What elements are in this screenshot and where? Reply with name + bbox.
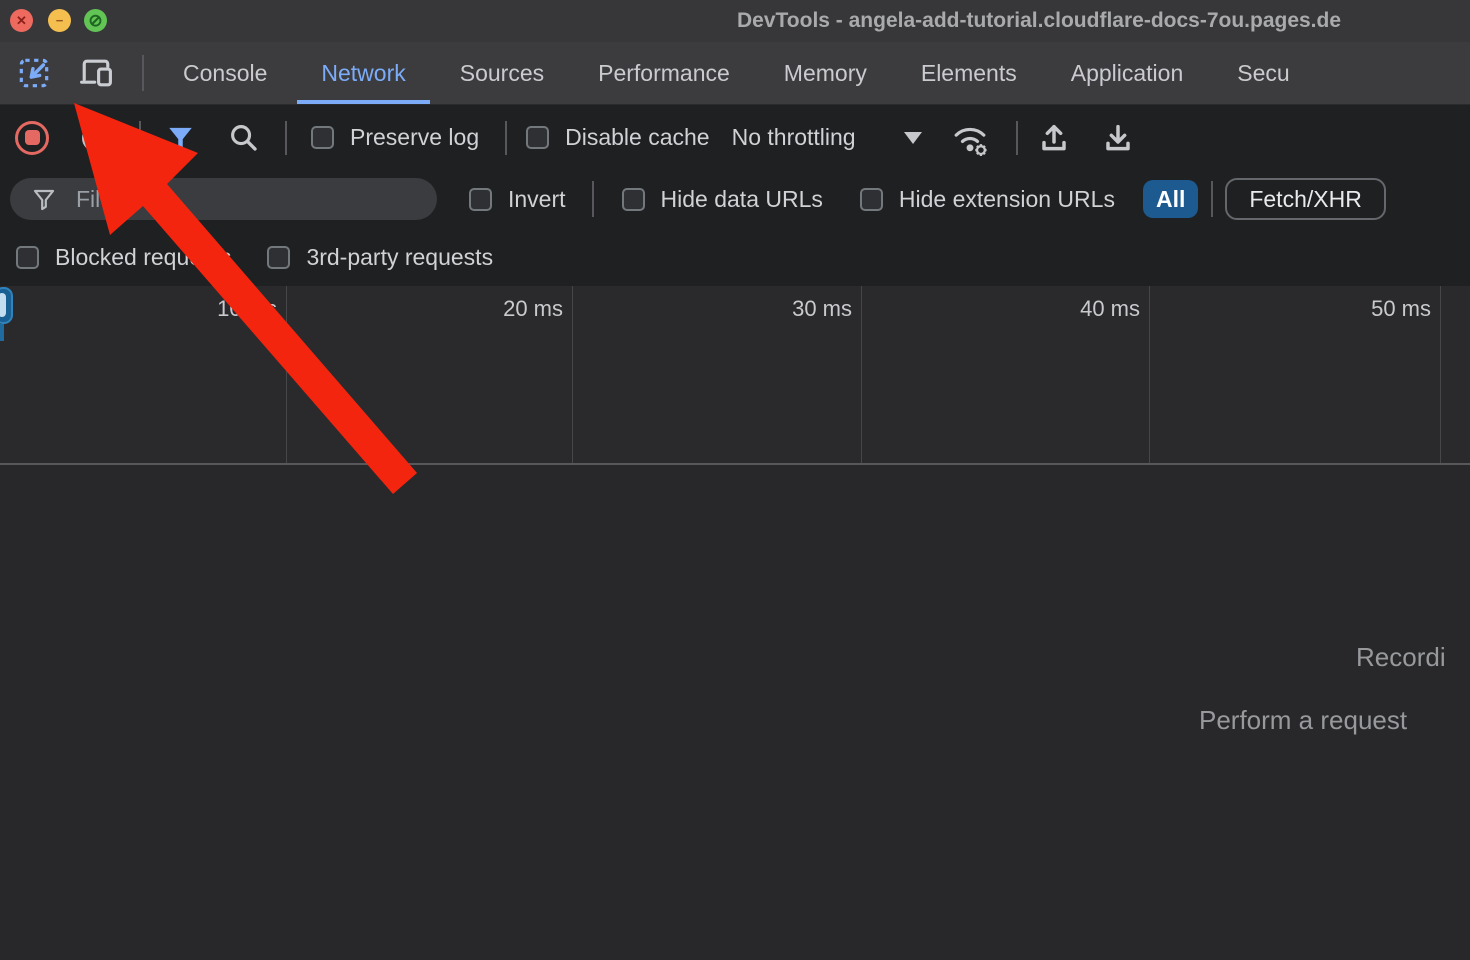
more-filters-bar: Blocked requests 3rd-party requests bbox=[0, 228, 1470, 286]
tab-elements[interactable]: Elements bbox=[894, 42, 1044, 104]
hide-data-urls-label: Hide data URLs bbox=[661, 186, 823, 213]
minimize-button[interactable]: − bbox=[48, 9, 71, 32]
search-button[interactable] bbox=[221, 116, 265, 160]
disable-cache-toggle[interactable]: Disable cache bbox=[526, 124, 709, 151]
tab-security[interactable]: Secu bbox=[1210, 42, 1316, 104]
timeline-column: 10 ms bbox=[0, 286, 287, 463]
invert-label: Invert bbox=[508, 186, 566, 213]
filter-toggle-button[interactable] bbox=[158, 116, 202, 160]
perform-request-hint-text: Perform a request bbox=[1199, 705, 1407, 736]
third-party-requests-label: 3rd-party requests bbox=[306, 244, 493, 271]
tab-application[interactable]: Application bbox=[1044, 42, 1211, 104]
upload-icon bbox=[1038, 122, 1070, 154]
overview-drag-handle[interactable] bbox=[0, 287, 13, 324]
chevron-down-icon bbox=[904, 132, 922, 144]
download-icon bbox=[1102, 122, 1134, 154]
clear-network-log-button[interactable] bbox=[82, 124, 110, 152]
blocked-requests-label: Blocked requests bbox=[55, 244, 231, 271]
titlebar: ✕ − ⊘ DevTools - angela-add-tutorial.clo… bbox=[0, 0, 1470, 42]
preserve-log-checkbox[interactable] bbox=[311, 126, 334, 149]
separator bbox=[139, 121, 141, 155]
timeline-column: 20 ms bbox=[287, 286, 573, 463]
timeline-marker-label: 50 ms bbox=[1371, 296, 1431, 321]
throttling-select[interactable]: No throttling bbox=[732, 124, 922, 151]
third-party-requests-checkbox[interactable] bbox=[267, 246, 290, 269]
hide-extension-urls-label: Hide extension URLs bbox=[899, 186, 1115, 213]
throttling-value: No throttling bbox=[732, 124, 856, 151]
timeline-marker-label: 20 ms bbox=[503, 296, 563, 321]
separator bbox=[592, 181, 594, 217]
close-button[interactable]: ✕ bbox=[10, 9, 33, 32]
record-icon bbox=[25, 130, 40, 145]
separator bbox=[142, 55, 144, 91]
tab-console[interactable]: Console bbox=[156, 42, 294, 104]
record-network-log-button[interactable] bbox=[15, 121, 49, 155]
timeline-column: 50 ms bbox=[1150, 286, 1441, 463]
separator bbox=[1016, 121, 1018, 155]
search-icon bbox=[229, 123, 258, 152]
hide-data-urls-toggle[interactable]: Hide data URLs bbox=[622, 186, 823, 213]
invert-toggle[interactable]: Invert bbox=[469, 186, 566, 213]
network-conditions-button[interactable] bbox=[948, 116, 992, 160]
hide-extension-urls-checkbox[interactable] bbox=[860, 188, 883, 211]
third-party-requests-toggle[interactable]: 3rd-party requests bbox=[267, 244, 493, 271]
tab-memory[interactable]: Memory bbox=[757, 42, 894, 104]
blocked-requests-toggle[interactable]: Blocked requests bbox=[16, 244, 231, 271]
toggle-device-toolbar-button[interactable] bbox=[74, 51, 118, 95]
separator bbox=[1211, 181, 1213, 217]
filter-input-container[interactable] bbox=[10, 178, 437, 220]
timeline-marker-label: 40 ms bbox=[1080, 296, 1140, 321]
overview-drag-handle-grip bbox=[0, 293, 6, 317]
recording-status-text: Recordi bbox=[1356, 642, 1446, 673]
request-type-fetch-xhr-chip[interactable]: Fetch/XHR bbox=[1225, 178, 1385, 220]
timeline-marker-label: 10 ms bbox=[217, 296, 277, 321]
hide-extension-urls-toggle[interactable]: Hide extension URLs bbox=[860, 186, 1115, 213]
tab-network[interactable]: Network bbox=[294, 42, 432, 104]
request-type-all-chip[interactable]: All bbox=[1143, 180, 1198, 218]
devtools-tabbar: Console Network Sources Performance Memo… bbox=[0, 42, 1470, 105]
timeline-column: 40 ms bbox=[862, 286, 1150, 463]
tab-sources[interactable]: Sources bbox=[433, 42, 571, 104]
timeline-marker-label: 30 ms bbox=[792, 296, 852, 321]
wifi-gear-icon bbox=[947, 119, 993, 157]
devtools-window: ✕ − ⊘ DevTools - angela-add-tutorial.clo… bbox=[0, 0, 1470, 960]
hide-data-urls-checkbox[interactable] bbox=[622, 188, 645, 211]
preserve-log-label: Preserve log bbox=[350, 124, 479, 151]
network-filter-bar: Invert Hide data URLs Hide extension URL… bbox=[0, 170, 1470, 228]
funnel-icon bbox=[167, 125, 194, 151]
disable-cache-label: Disable cache bbox=[565, 124, 709, 151]
import-har-button[interactable] bbox=[1032, 116, 1076, 160]
timeline-column: 30 ms bbox=[573, 286, 862, 463]
separator bbox=[505, 121, 507, 155]
network-toolbar: Preserve log Disable cache No throttling bbox=[0, 105, 1470, 170]
disable-cache-checkbox[interactable] bbox=[526, 126, 549, 149]
export-har-button[interactable] bbox=[1096, 116, 1140, 160]
funnel-outline-icon bbox=[32, 188, 56, 211]
filter-input[interactable] bbox=[74, 185, 408, 214]
zoom-button[interactable]: ⊘ bbox=[84, 9, 107, 32]
network-overview-timeline[interactable]: 10 ms 20 ms 30 ms 40 ms 50 ms bbox=[0, 286, 1470, 465]
overview-drag-handle-stem bbox=[0, 324, 4, 341]
device-toolbar-icon bbox=[79, 58, 113, 88]
window-title: DevTools - angela-add-tutorial.cloudflar… bbox=[737, 9, 1341, 33]
separator bbox=[285, 121, 287, 155]
inspect-cursor-icon bbox=[18, 57, 50, 89]
panel-tabs: Console Network Sources Performance Memo… bbox=[156, 42, 1317, 104]
inspect-element-button[interactable] bbox=[12, 51, 56, 95]
blocked-requests-checkbox[interactable] bbox=[16, 246, 39, 269]
tab-performance[interactable]: Performance bbox=[571, 42, 757, 104]
preserve-log-toggle[interactable]: Preserve log bbox=[311, 124, 479, 151]
invert-checkbox[interactable] bbox=[469, 188, 492, 211]
